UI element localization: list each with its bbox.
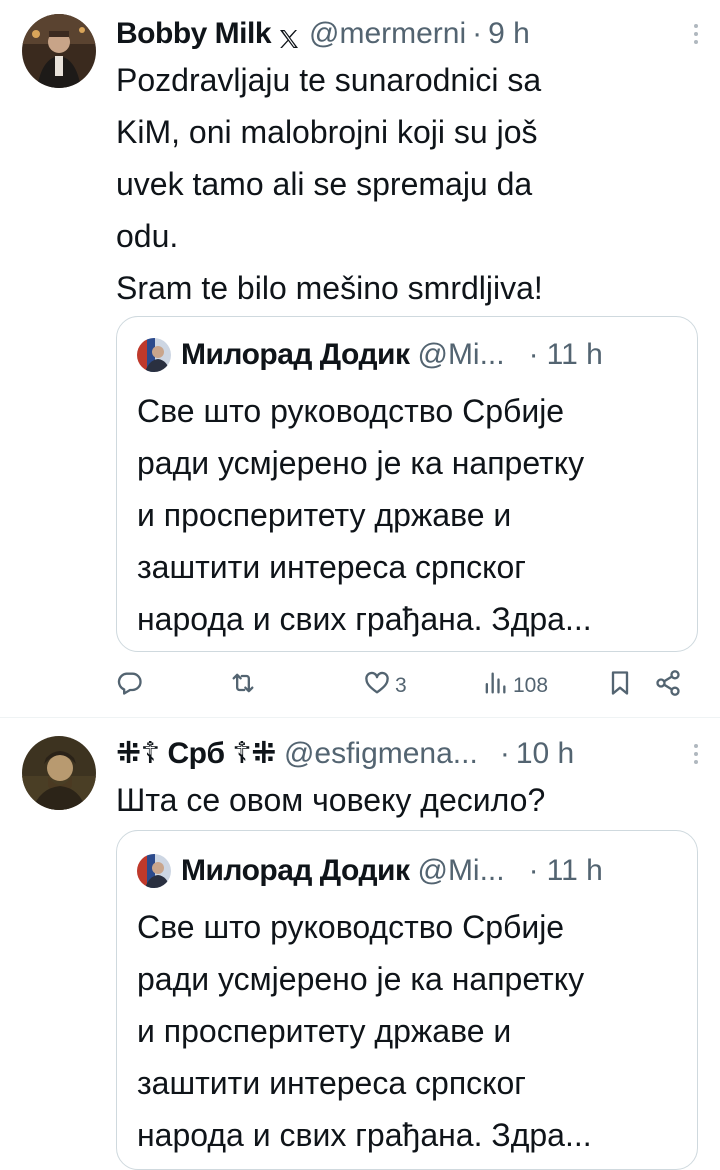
like-count: 3 [395, 674, 407, 697]
quote-text-line: народа и свих грађана. Здра... [137, 1117, 592, 1153]
like-button[interactable]: 3 [363, 666, 407, 706]
tweet-text-line: Sram te bilo mešino smrdljiva! [116, 270, 543, 306]
separator-dot: · [528, 854, 539, 887]
quote-author-name[interactable]: Милорад Додик [181, 335, 410, 375]
separator-dot: · [499, 737, 510, 770]
quote-header: Милорад Додик @Mi... · 11 h [137, 851, 677, 891]
tweet-header: Bobby Milk @mermerni · 9 h [116, 14, 698, 54]
quote-text-line: Све што руководство Србије [137, 393, 565, 429]
quoted-tweet[interactable]: Милорад Додик @Mi... · 11 h Све што руко… [116, 830, 698, 1170]
quote-text-line: ради усмјерено је ка напретку [137, 445, 585, 481]
quote-timestamp[interactable]: 11 h [547, 335, 603, 375]
reply-icon [116, 669, 144, 703]
quote-text-line: Све што руководство Србије [137, 909, 565, 945]
quoted-tweet[interactable]: Милорад Додик @Mi... · 11 h Све што руко… [116, 316, 698, 652]
quote-author-name[interactable]: Милорад Додик [181, 851, 410, 891]
heart-icon [363, 669, 391, 703]
quote-text-line: и просперитету државе и [137, 1013, 512, 1049]
quote-avatar[interactable] [137, 854, 171, 888]
tweet-text-line: KiM, oni malobrojni koji su još [116, 114, 538, 150]
views-button[interactable]: 108 [481, 666, 548, 706]
quote-text-line: заштити интереса српског [137, 1065, 526, 1101]
quote-author-handle[interactable]: @Mi... [417, 851, 504, 891]
quote-text-line: народа и свих грађана. Здра... [137, 601, 592, 637]
separator-dot: · [528, 338, 539, 371]
author-name[interactable]: Bobby Milk [116, 14, 272, 54]
quote-header: Милорад Додик @Mi... · 11 h [137, 335, 677, 375]
avatar[interactable] [22, 14, 96, 88]
author-handle[interactable]: @esfigmena... [284, 734, 478, 774]
views-icon [481, 669, 509, 703]
timestamp[interactable]: 10 h [516, 734, 574, 774]
quote-text: Све што руководство Србије ради усмјерен… [137, 901, 683, 1161]
tweet-text-line: odu. [116, 218, 179, 254]
quote-avatar[interactable] [137, 338, 171, 372]
timestamp[interactable]: 9 h [488, 14, 530, 54]
tweet-text-line: Pozdravljaju te sunarodnici sa [116, 62, 542, 98]
quote-timestamp[interactable]: 11 h [547, 851, 603, 891]
views-count: 108 [513, 674, 549, 697]
tweet-actions: 3 108 [116, 666, 698, 706]
more-dots-icon[interactable] [686, 744, 706, 768]
tweet-text-line: Шта се овом човеку десило? [116, 782, 546, 818]
bookmark-button[interactable] [606, 666, 634, 706]
retweet-icon [229, 669, 257, 703]
quote-text-line: и просперитету државе и [137, 497, 512, 533]
quote-text-line: заштити интереса српског [137, 549, 526, 585]
author-name[interactable]: ⁜☦ Срб ☦⁜ [116, 734, 276, 774]
tweet-text-line: uvek tamo ali se spremaju da [116, 166, 533, 202]
quote-text: Све што руководство Србије ради усмјерен… [137, 385, 683, 645]
x-logo-icon [277, 22, 301, 48]
tweet[interactable]: Bobby Milk @mermerni · 9 h Pozdravljaju … [0, 0, 720, 718]
quote-author-handle[interactable]: @Mi... [417, 335, 504, 375]
more-dots-icon[interactable] [686, 24, 706, 48]
author-handle[interactable]: @mermerni [309, 14, 466, 54]
reply-button[interactable] [116, 666, 148, 706]
avatar[interactable] [22, 736, 96, 810]
tweet[interactable]: ⁜☦ Срб ☦⁜ @esfigmena... · 10 h Шта се ов… [0, 718, 720, 1170]
tweet-text: Pozdravljaju te sunarodnici sa KiM, oni … [116, 54, 698, 314]
tweet-text: Шта се овом човеку десило? [116, 774, 698, 826]
tweet-header: ⁜☦ Срб ☦⁜ @esfigmena... · 10 h [116, 734, 698, 774]
retweet-button[interactable] [229, 666, 261, 706]
share-icon [654, 669, 682, 703]
bookmark-icon [606, 669, 634, 703]
share-button[interactable] [654, 666, 682, 706]
quote-text-line: ради усмјерено је ка напретку [137, 961, 585, 997]
separator-dot: · [472, 17, 483, 50]
